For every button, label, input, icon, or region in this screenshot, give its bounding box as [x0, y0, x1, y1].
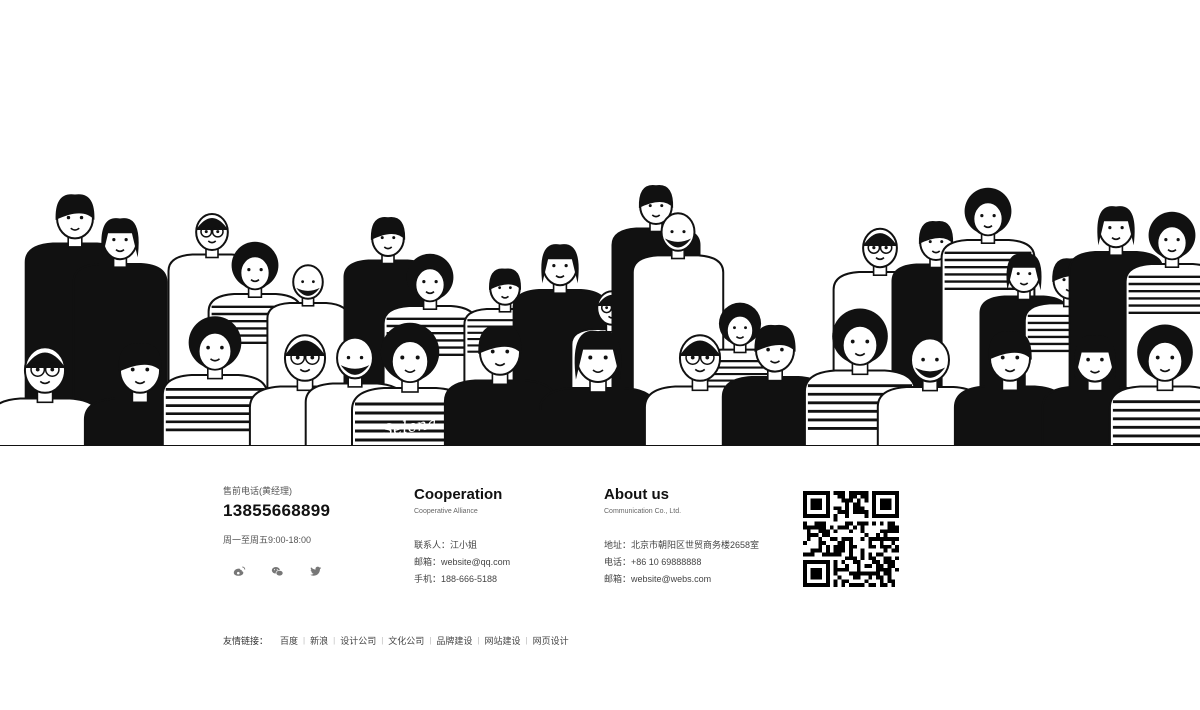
crowd-illustration: SelenaSelena	[0, 185, 1200, 446]
friend-links: 友情链接： 百度 | 新浪 | 设计公司 | 文化公司 | 品牌建设 | 网站建设 | 网页…	[223, 634, 574, 647]
about-column: About us Communication Co., Ltd. 地址：北京市朝…	[604, 486, 784, 588]
cooperation-mobile: 手机：188-666-5188	[414, 574, 498, 584]
qr-code	[803, 491, 899, 587]
cooperation-email: 邮箱：website@qq.com	[414, 557, 511, 567]
about-title: About us	[604, 486, 669, 503]
cooperation-subtitle: Cooperative Alliance	[414, 508, 478, 515]
wechat-icon[interactable]	[270, 564, 284, 578]
friend-link[interactable]: 网页设计	[528, 634, 574, 647]
business-hours: 周一至周五9:00-18:00	[223, 535, 312, 545]
friend-link[interactable]: 文化公司	[383, 634, 429, 647]
friend-link[interactable]: 百度	[275, 634, 303, 647]
twitter-icon[interactable]	[308, 564, 322, 578]
friend-link[interactable]: 新浪	[305, 634, 333, 647]
about-email: 邮箱：website@webs.com	[604, 574, 712, 584]
sales-phone-number: 13855668899	[223, 501, 331, 520]
cooperation-column: Cooperation Cooperative Alliance 联系人：江小姐…	[414, 486, 584, 588]
friend-link[interactable]: 品牌建设	[431, 634, 477, 647]
contact-column: 售前电话(黄经理) 13855668899 周一至周五9:00-18:00	[223, 486, 393, 578]
footer: 售前电话(黄经理) 13855668899 周一至周五9:00-18:00 Co…	[0, 446, 1200, 710]
about-address: 地址：北京市朝阳区世贸商务楼2658室	[604, 540, 760, 550]
cooperation-contact: 联系人：江小姐	[414, 540, 478, 550]
weibo-icon[interactable]	[232, 564, 246, 578]
social-links	[223, 564, 393, 578]
about-subtitle: Communication Co., Ltd.	[604, 508, 682, 515]
friend-link[interactable]: 网站建设	[479, 634, 525, 647]
about-phone: 电话：+86 10 69888888	[604, 557, 702, 567]
friend-links-label: 友情链接：	[223, 636, 269, 646]
friend-link[interactable]: 设计公司	[335, 634, 381, 647]
cooperation-title: Cooperation	[414, 486, 503, 503]
sales-phone-label: 售前电话(黄经理)	[223, 486, 292, 496]
